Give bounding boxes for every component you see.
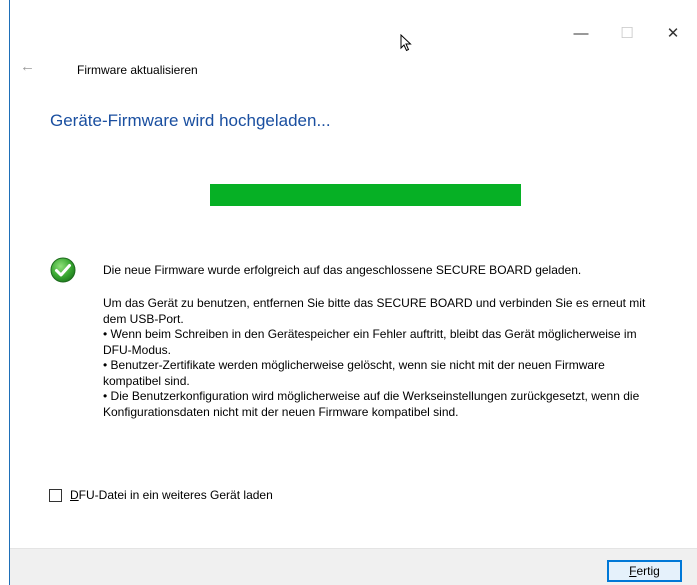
progress-bar-fill: [210, 184, 521, 206]
header-title: Firmware aktualisieren: [77, 63, 198, 77]
finish-button[interactable]: Fertig: [607, 560, 682, 582]
dfu-checkbox-label[interactable]: DFU-Datei in ein weiteres Gerät laden: [70, 488, 273, 502]
close-button[interactable]: ✕: [650, 18, 696, 48]
maximize-icon: ☐: [620, 25, 634, 42]
success-message: Die neue Firmware wurde erfolgreich auf …: [103, 263, 582, 277]
dfu-checkbox[interactable]: [49, 488, 62, 502]
info-paragraph: Um das Gerät zu benutzen, entfernen Sie …: [103, 296, 646, 326]
progress-bar: [210, 184, 521, 206]
success-check-icon: [50, 257, 76, 283]
page-title: Geräte-Firmware wird hochgeladen...: [50, 111, 331, 130]
info-bullet: • Wenn beim Schreiben in den Gerätespeic…: [103, 327, 637, 357]
firmware-dialog-window: — ☐ ✕ ← Firmware aktualisieren Geräte-Fi…: [9, 0, 697, 585]
info-bullet: • Die Benutzerkonfiguration wird möglich…: [103, 389, 640, 419]
info-text: Um das Gerät zu benutzen, entfernen Sie …: [103, 296, 663, 420]
close-icon: ✕: [666, 25, 680, 42]
info-bullet: • Benutzer-Zertifikate werden möglicherw…: [103, 358, 605, 388]
back-arrow-icon[interactable]: ←: [20, 58, 35, 75]
maximize-button[interactable]: ☐: [604, 18, 650, 48]
dialog-footer: Fertig: [10, 548, 697, 585]
minimize-button[interactable]: —: [558, 18, 604, 48]
minimize-icon: —: [573, 24, 589, 42]
dfu-checkbox-row[interactable]: DFU-Datei in ein weiteres Gerät laden: [49, 488, 273, 502]
mouse-cursor-icon: [400, 33, 412, 57]
